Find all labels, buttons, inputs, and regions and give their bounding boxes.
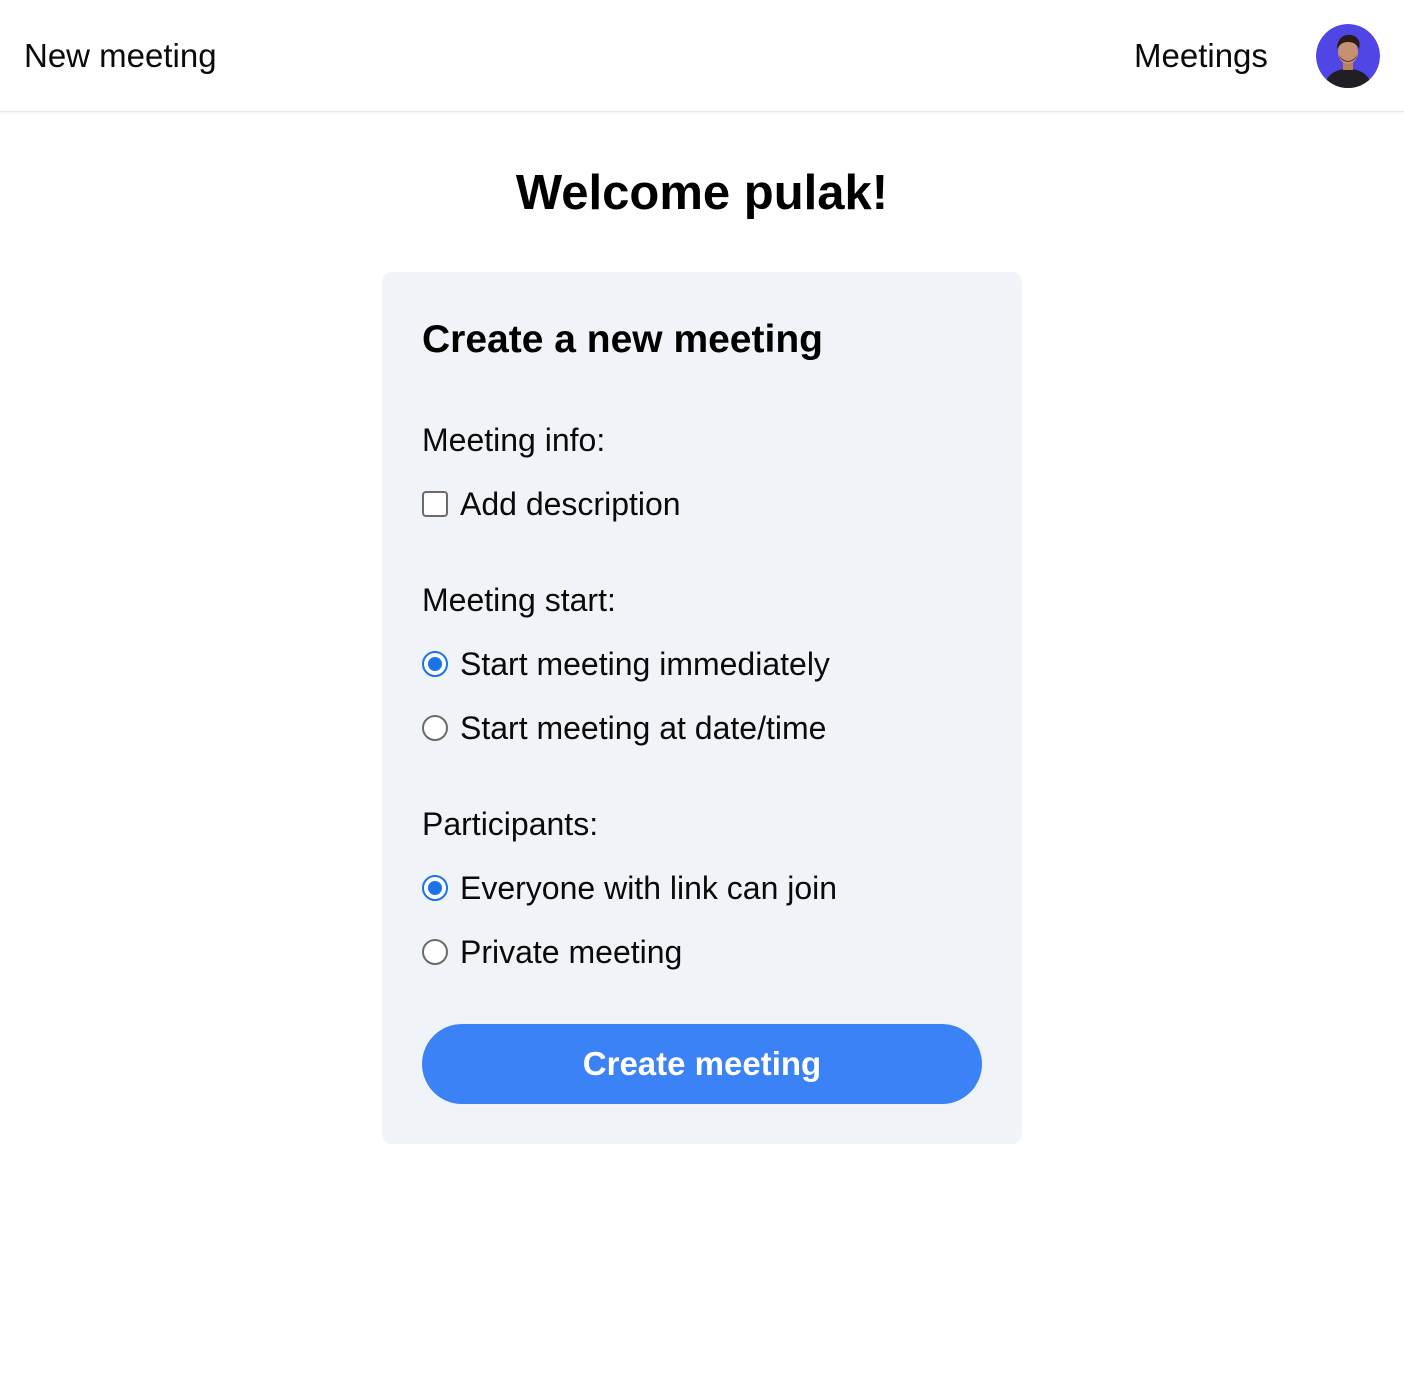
start-immediately-option[interactable]: Start meeting immediately (422, 644, 830, 684)
everyone-with-link-radio[interactable] (422, 875, 448, 901)
card-title: Create a new meeting (422, 318, 823, 361)
start-immediately-label: Start meeting immediately (460, 646, 830, 682)
everyone-with-link-option[interactable]: Everyone with link can join (422, 868, 837, 908)
start-at-datetime-radio[interactable] (422, 715, 448, 741)
meetings-link[interactable]: Meetings (1134, 36, 1268, 76)
add-description-option[interactable]: Add description (422, 484, 681, 524)
meeting-start-label: Meeting start: (422, 582, 616, 618)
welcome-heading: Welcome pulak! (515, 166, 889, 220)
add-description-label: Add description (460, 486, 681, 522)
create-meeting-button[interactable]: Create meeting (422, 1024, 982, 1104)
create-meeting-card: Create a new meeting Meeting info: Add d… (382, 272, 1022, 1144)
user-avatar-icon (1316, 24, 1380, 88)
private-meeting-option[interactable]: Private meeting (422, 932, 682, 972)
start-at-datetime-option[interactable]: Start meeting at date/time (422, 708, 826, 748)
new-meeting-link[interactable]: New meeting (24, 36, 217, 76)
everyone-with-link-label: Everyone with link can join (460, 870, 838, 906)
participants-label: Participants: (422, 806, 599, 842)
private-meeting-label: Private meeting (460, 934, 683, 970)
add-description-checkbox[interactable] (422, 491, 448, 517)
top-navbar: New meeting Meetings (0, 0, 1404, 112)
start-at-datetime-label: Start meeting at date/time (460, 710, 827, 746)
private-meeting-radio[interactable] (422, 939, 448, 965)
start-immediately-radio[interactable] (422, 651, 448, 677)
meeting-info-label: Meeting info: (422, 422, 606, 458)
user-avatar[interactable] (1316, 24, 1380, 88)
